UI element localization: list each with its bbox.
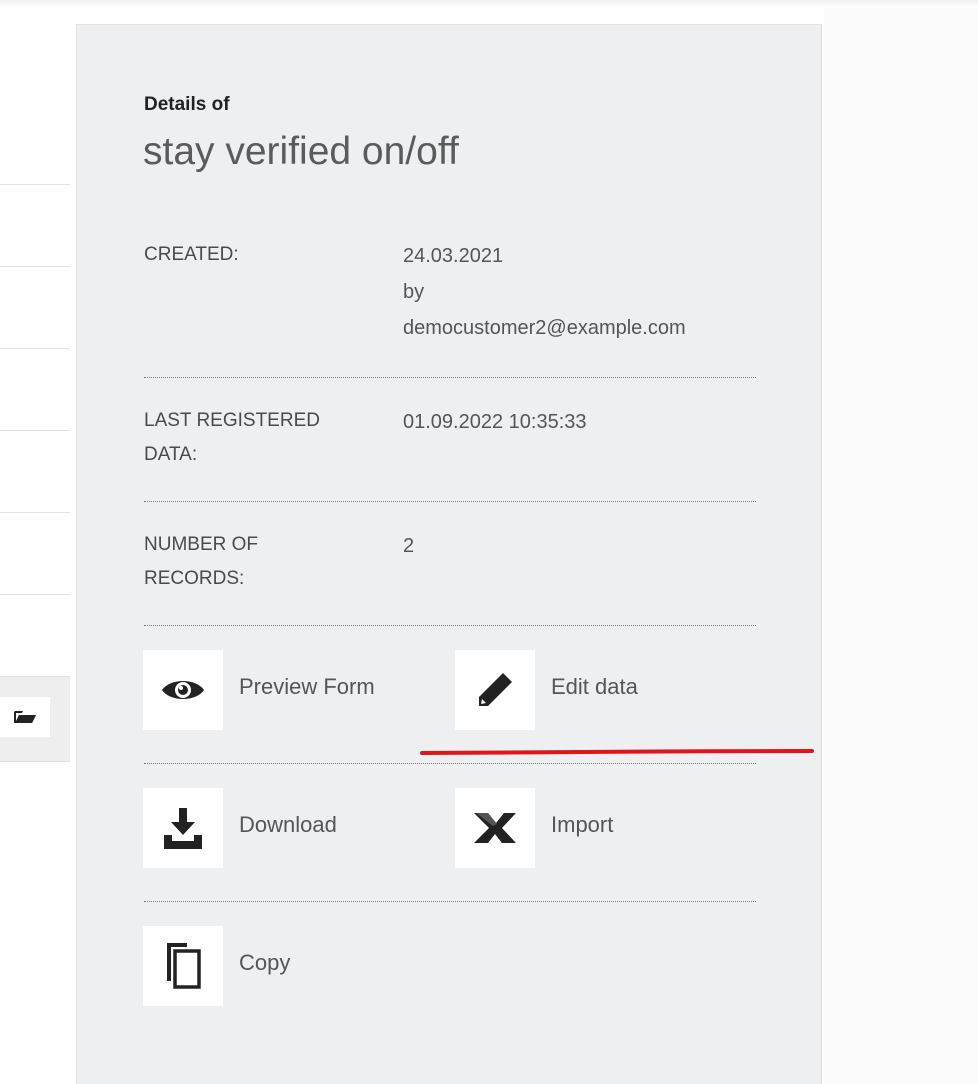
divider: [144, 625, 756, 626]
divider: [144, 501, 756, 502]
created-label: CREATED:: [144, 244, 239, 265]
download-label[interactable]: Download: [239, 812, 337, 838]
edit-data-label[interactable]: Edit data: [551, 674, 638, 700]
folder-button[interactable]: [0, 697, 50, 737]
download-tray-icon: [164, 808, 202, 849]
list-row-divider: [0, 594, 70, 595]
created-email: democustomer2@example.com: [403, 317, 686, 339]
copy-icon: [167, 943, 201, 989]
divider: [144, 377, 756, 378]
list-panel: [0, 24, 77, 1084]
records-value: 2: [403, 535, 415, 557]
pencil-icon: [479, 673, 512, 706]
list-row-divider: [0, 266, 70, 267]
folder-open-icon: [14, 711, 36, 723]
import-icon-box[interactable]: [455, 788, 535, 868]
list-row-divider: [0, 184, 70, 185]
last-registered-label-line2: DATA:: [144, 444, 198, 465]
copy-label[interactable]: Copy: [239, 950, 290, 976]
import-label[interactable]: Import: [551, 812, 613, 838]
edit-icon-box[interactable]: [455, 650, 535, 730]
right-empty-area: [824, 8, 978, 1084]
last-registered-label-line1: LAST REGISTERED: [144, 410, 320, 431]
records-label-line1: NUMBER OF: [144, 534, 258, 555]
download-icon-box[interactable]: [143, 788, 223, 868]
created-date: 24.03.2021: [403, 245, 504, 267]
last-registered-label: LAST REGISTERED DATA:: [144, 404, 374, 472]
divider: [144, 763, 756, 764]
preview-form-button[interactable]: Preview Form: [143, 650, 375, 730]
details-title: stay verified on/off: [143, 130, 459, 173]
download-button[interactable]: Download: [143, 788, 337, 868]
list-row-divider: [0, 512, 70, 513]
list-row-divider: [0, 348, 70, 349]
top-strip: [0, 0, 978, 8]
created-by: by: [403, 281, 425, 303]
preview-icon-box[interactable]: [143, 650, 223, 730]
import-button[interactable]: Import: [455, 788, 613, 868]
annotation-underline: [420, 749, 814, 755]
preview-form-label[interactable]: Preview Form: [239, 674, 375, 700]
edit-data-button[interactable]: Edit data: [455, 650, 638, 730]
last-registered-value: 01.09.2022 10:35:33: [403, 411, 587, 433]
records-label: NUMBER OF RECORDS:: [144, 528, 374, 596]
details-heading-label: Details of: [144, 94, 230, 115]
divider: [144, 901, 756, 902]
copy-icon-box[interactable]: [143, 926, 223, 1006]
selected-list-row[interactable]: [0, 676, 70, 762]
eye-icon: [162, 681, 204, 699]
list-row-divider: [0, 430, 70, 431]
copy-button[interactable]: Copy: [143, 926, 290, 1006]
excel-x-icon: [474, 813, 516, 843]
records-label-line2: RECORDS:: [144, 568, 245, 589]
